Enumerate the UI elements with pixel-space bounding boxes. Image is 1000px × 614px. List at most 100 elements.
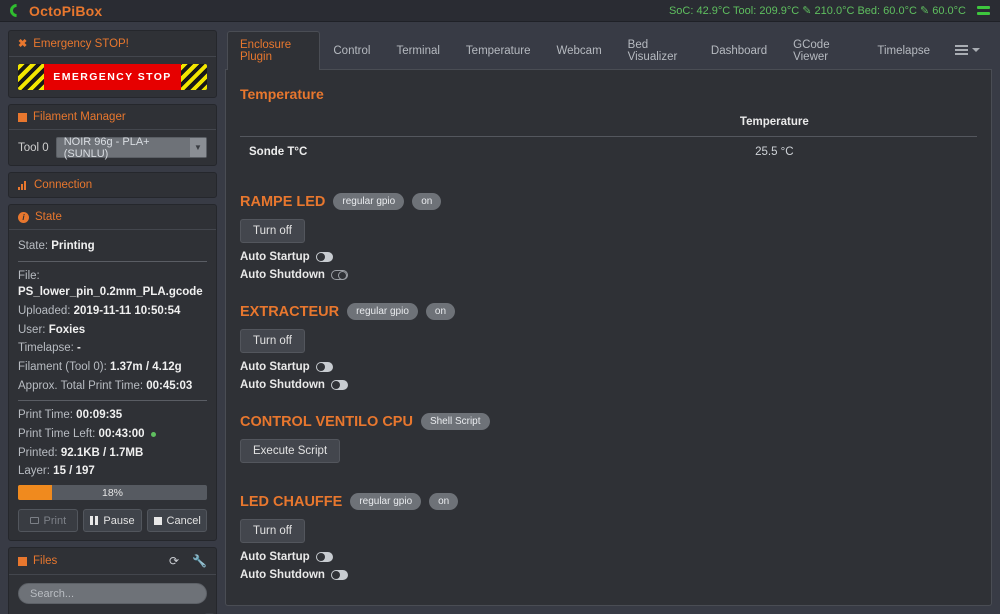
tab-timelapse[interactable]: Timelapse xyxy=(864,37,943,64)
emergency-stop-card: ✖ Emergency STOP! EMERGENCY STOP xyxy=(8,30,217,98)
connection-card: Connection xyxy=(8,172,217,198)
tool-select[interactable]: NOIR 96g - PLA+ (SUNLU) ▼ xyxy=(55,136,207,160)
state-body: State: Printing File: PS_lower_pin_0.2mm… xyxy=(9,230,216,540)
auto-startup-toggle[interactable] xyxy=(315,552,333,562)
gpio-action-button[interactable]: Turn off xyxy=(240,519,305,543)
gpio-title-row: CONTROL VENTILO CPU Shell Script xyxy=(240,413,977,430)
filament-label: Filament (Tool 0): xyxy=(18,361,107,374)
temperature-section-title: Temperature xyxy=(240,86,324,102)
tab-terminal[interactable]: Terminal xyxy=(383,37,452,64)
auto-shutdown-toggle[interactable] xyxy=(330,270,348,280)
info-circle-icon: i xyxy=(18,211,29,223)
tab-bed-visualizer[interactable]: Bed Visualizer xyxy=(615,31,698,70)
plug-connected-icon[interactable] xyxy=(977,6,990,15)
file-value: PS_lower_pin_0.2mm_PLA.gcode xyxy=(18,286,203,299)
auto-shutdown-row: Auto Shutdown xyxy=(240,269,977,281)
printed-row: Printed: 92.1KB / 1.7MB xyxy=(18,445,207,462)
tab-gcode-viewer[interactable]: GCode Viewer xyxy=(780,31,864,70)
hazard-stripe-left-icon xyxy=(18,64,44,90)
print-left-row: Print Time Left: 00:43:00 xyxy=(18,426,207,443)
auto-shutdown-toggle[interactable] xyxy=(330,570,348,580)
state-header-label: State xyxy=(35,211,62,223)
auto-startup-toggle[interactable] xyxy=(315,362,333,372)
tab-enclosure-plugin[interactable]: Enclosure Plugin xyxy=(227,31,321,70)
status-text: SoC: 42.9°C Tool: 209.9°C ✎ 210.0°C Bed:… xyxy=(668,5,966,17)
tab-webcam[interactable]: Webcam xyxy=(543,37,614,64)
emergency-stop-button[interactable]: EMERGENCY STOP xyxy=(18,64,207,90)
auto-shutdown-row: Auto Shutdown xyxy=(240,379,977,391)
printer-status-bar: SoC: 42.9°C Tool: 209.9°C ✎ 210.0°C Bed:… xyxy=(669,4,990,17)
gpio-type-badge: regular gpio xyxy=(347,303,418,320)
gpio-title-row: LED CHAUFFE regular gpio on xyxy=(240,493,977,510)
search-input[interactable] xyxy=(18,583,207,605)
tab-control[interactable]: Control xyxy=(320,37,383,64)
timelapse-row: Timelapse: - xyxy=(18,340,207,357)
tab-bar: Enclosure Plugin Control Terminal Temper… xyxy=(225,30,992,70)
print-button[interactable]: Print xyxy=(18,509,78,533)
gpio-action-button[interactable]: Turn off xyxy=(240,329,305,353)
temperature-value-header: Temperature xyxy=(571,116,977,137)
table-header-row: Temperature xyxy=(240,116,977,137)
approx-value: 00:45:03 xyxy=(146,379,193,392)
file-label: File: xyxy=(18,269,40,282)
connection-header-label: Connection xyxy=(34,179,93,191)
brand[interactable]: OctoPiBox xyxy=(7,1,102,20)
cancel-button[interactable]: Cancel xyxy=(147,509,208,533)
close-x-icon: ✖ xyxy=(18,38,28,50)
uploaded-value: 2019-11-11 10:50:54 xyxy=(73,305,181,318)
wrench-icon[interactable]: 🔧 xyxy=(192,554,207,568)
gpio-block-extracteur: EXTRACTEUR regular gpio on Turn off Auto… xyxy=(240,303,977,391)
layer-row: Layer: 15 / 197 xyxy=(18,463,207,480)
gpio-state-badge: on xyxy=(429,493,459,510)
files-header[interactable]: Files ⟳ 🔧 xyxy=(9,548,216,576)
gpio-type-badge: Shell Script xyxy=(420,413,490,430)
gpio-name: EXTRACTEUR xyxy=(240,303,340,320)
main-content: Enclosure Plugin Control Terminal Temper… xyxy=(225,30,992,606)
chevron-down-icon: ▼ xyxy=(189,138,206,157)
estimate-ok-icon xyxy=(150,431,156,437)
cancel-button-label: Cancel xyxy=(166,514,201,527)
tool-label: Tool 0 xyxy=(18,141,49,154)
sidebar: ✖ Emergency STOP! EMERGENCY STOP Filamen… xyxy=(8,30,217,614)
filament-value: 1.37m / 4.12g xyxy=(110,361,182,374)
auto-startup-row: Auto Startup xyxy=(240,551,977,563)
auto-startup-row: Auto Startup xyxy=(240,361,977,373)
state-value: Printing xyxy=(51,240,95,252)
gpio-name: RAMPE LED xyxy=(240,193,326,210)
state-card: i State State: Printing File: PS_lower_p… xyxy=(8,204,217,542)
print-progress-bar: 18% xyxy=(18,485,207,501)
list-item[interactable]: 3D-OK Size: - xyxy=(9,610,216,614)
filament-manager-header[interactable]: Filament Manager xyxy=(9,105,216,130)
emergency-stop-button-label[interactable]: EMERGENCY STOP xyxy=(44,64,181,90)
tab-temperature[interactable]: Temperature xyxy=(453,37,544,64)
pause-button[interactable]: Pause xyxy=(82,509,143,533)
file-row: File: PS_lower_pin_0.2mm_PLA.gcode xyxy=(18,268,207,301)
auto-startup-toggle[interactable] xyxy=(315,252,333,262)
execute-script-button[interactable]: Execute Script xyxy=(240,439,341,463)
print-time-value: 00:09:35 xyxy=(76,409,123,422)
auto-startup-label: Auto Startup xyxy=(240,251,310,263)
table-row: Sonde T°C 25.5 °C xyxy=(240,137,977,168)
refresh-icon[interactable]: ⟳ xyxy=(169,554,179,568)
hamburger-menu-button[interactable] xyxy=(943,39,992,61)
tab-dashboard[interactable]: Dashboard xyxy=(698,37,780,64)
print-left-label: Print Time Left: xyxy=(18,428,96,441)
files-search-wrap xyxy=(9,575,216,610)
chevron-down-icon xyxy=(972,47,980,52)
approx-label: Approx. Total Print Time: xyxy=(18,379,144,392)
connection-header[interactable]: Connection xyxy=(9,173,216,197)
auto-shutdown-label: Auto Shutdown xyxy=(240,569,325,581)
octoprint-logo-icon xyxy=(7,1,26,20)
emergency-stop-header[interactable]: ✖ Emergency STOP! xyxy=(9,31,216,57)
filament-row: Filament (Tool 0): 1.37m / 4.12g xyxy=(18,359,207,376)
timelapse-value: - xyxy=(77,342,81,355)
tool-selector-row: Tool 0 NOIR 96g - PLA+ (SUNLU) ▼ xyxy=(9,130,216,165)
user-row: User: Foxies xyxy=(18,322,207,339)
gpio-type-badge: regular gpio xyxy=(350,493,422,510)
gpio-action-button[interactable]: Turn off xyxy=(240,219,305,243)
print-button-label: Print xyxy=(43,514,67,527)
emergency-stop-header-label: Emergency STOP! xyxy=(33,37,129,50)
auto-shutdown-toggle[interactable] xyxy=(330,380,348,390)
state-header[interactable]: i State xyxy=(9,205,216,230)
pause-icon xyxy=(90,516,99,526)
